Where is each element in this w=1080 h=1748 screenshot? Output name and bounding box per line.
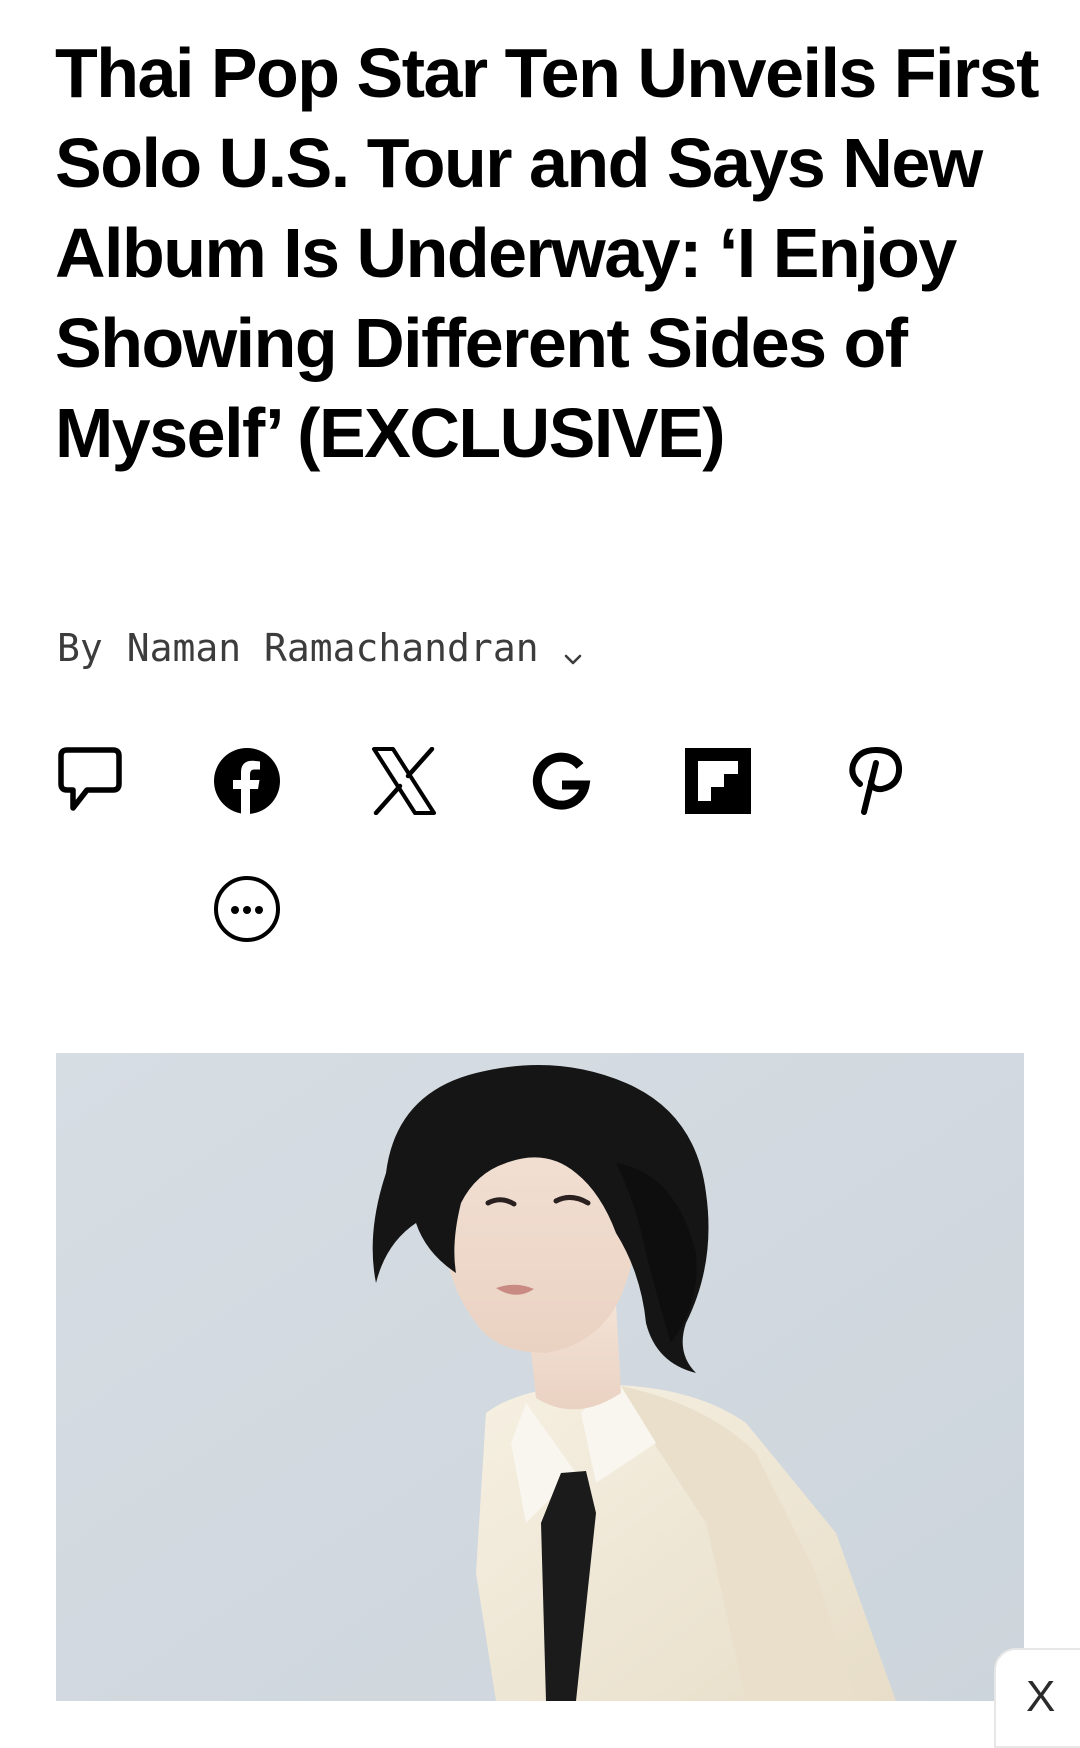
share-bar — [55, 746, 955, 942]
comment-button[interactable] — [55, 746, 125, 816]
google-icon — [532, 752, 591, 810]
more-icon — [214, 876, 280, 942]
article-headline: Thai Pop Star Ten Unveils First Solo U.S… — [55, 34, 1039, 472]
facebook-icon — [214, 748, 280, 815]
comment-icon — [58, 747, 122, 811]
hero-image — [56, 1053, 1024, 1701]
portrait-illustration — [56, 1053, 1024, 1701]
google-share-button[interactable] — [526, 746, 596, 816]
byline: By Naman Ramachandran — [57, 620, 585, 676]
author-name[interactable]: Naman Ramachandran — [127, 626, 539, 670]
x-icon — [372, 747, 436, 815]
chevron-down-icon[interactable] — [561, 636, 585, 665]
more-share-button[interactable] — [212, 874, 282, 944]
flipboard-share-button[interactable] — [683, 746, 753, 816]
close-ad-button[interactable]: X — [994, 1648, 1080, 1748]
close-label: X — [1026, 1672, 1056, 1721]
byline-prefix: By — [57, 626, 103, 670]
pinterest-share-button[interactable] — [840, 746, 910, 816]
flipboard-icon — [685, 748, 751, 814]
x-share-button[interactable] — [369, 746, 439, 816]
facebook-share-button[interactable] — [212, 746, 282, 816]
pinterest-icon — [849, 746, 903, 815]
